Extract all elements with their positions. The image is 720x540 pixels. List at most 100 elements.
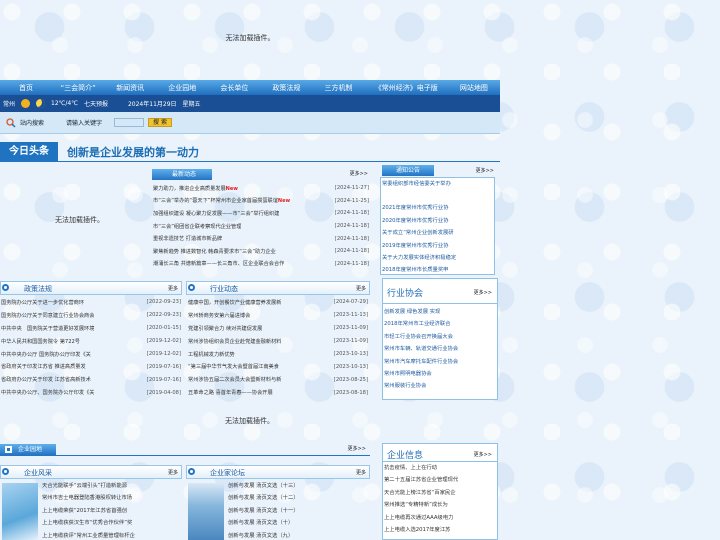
style-title: 企业风采 (24, 469, 52, 477)
info-item[interactable]: 上上电缆入选2017年度江苏 (384, 524, 497, 536)
garden-more[interactable]: 更多>> (348, 445, 366, 452)
policy-row[interactable]: 中共中央办公厅、国务院办公厅印发《关 [2019-04-08] (1, 386, 181, 399)
news-row[interactable]: 加强组织建设 凝心聚力促发展——市“三会”举行组织建 [2024-11-18] (153, 207, 369, 220)
policy-panel: 政策法规 更多 国务院办公厅关于进一步优化营商环 [2022-09-23] 国务院… (0, 281, 182, 399)
policy-row[interactable]: 中华人民共和国国务院令 第722号 [2019-12-02] (1, 335, 181, 348)
industry-row[interactable]: 党建引领聚合力 续对共建促发展 [2023-11-09] (188, 322, 368, 335)
sun-icon (21, 99, 31, 108)
moon-icon (36, 99, 46, 108)
nav-intro[interactable]: “三会简介” (52, 83, 104, 93)
industry-row[interactable]: 丑革命之路 喜首年青春——协会开展 [2023-08-18] (188, 386, 368, 399)
style-item[interactable]: 上上电缆获评“常州工业质量管理标杆企 (42, 530, 182, 540)
notice-item[interactable]: 关于大力发展实体经济积极稳定 (382, 252, 493, 264)
headline-tag: 今日头条 (0, 142, 58, 161)
plugin-message-top: 无法加载插件。 (225, 34, 275, 42)
associations-more[interactable]: 更多>> (474, 289, 492, 296)
info-item[interactable]: 天合光能上榜江苏省“百家民企 (384, 487, 497, 499)
forum-item[interactable]: 创新与发展 汤页文选（十三） (228, 480, 368, 492)
association-item[interactable]: 市轻工行业协会召开换届大会 (384, 331, 497, 343)
notice-item[interactable]: 2020年度常州市优秀行业协 (382, 215, 493, 227)
notices-title: 通知公告 (382, 165, 434, 176)
weather-date: 2024年11月29日 (127, 101, 177, 108)
style-item[interactable]: 上上电缆荣获“2017年江苏省首强创 (42, 505, 182, 517)
search-field-box[interactable] (114, 118, 145, 127)
notices-panel: 通知公告 更多>> 常委组织部市经信委关于举办 2021年度常州市优秀行业协 2… (380, 165, 496, 275)
info-item[interactable]: 抗击疫情、上上在行动 (384, 462, 497, 474)
policy-more[interactable]: 更多 (168, 285, 178, 292)
weather-temp: 12℃/4℃ (51, 100, 78, 107)
weather-forecast-link[interactable]: 七天预报 (84, 99, 108, 108)
news-row[interactable]: 聚焦新趋势 推进数智化 韩森青要求市“三会”助力企业 [2024-11-18] (153, 245, 369, 258)
weather-bar: 常州 12℃/4℃ 七天预报 2024年11月29日 星期五 (0, 95, 500, 112)
style-item[interactable]: 常州市吉士电器登陆香港股权转让市场 (42, 492, 182, 504)
policy-row[interactable]: 国务院办公厅关于同意建立行业协会商会 [2022-09-23] (1, 309, 181, 322)
policy-row[interactable]: 省政府关于印发江苏省 推进高质量发 [2019-07-16] (1, 360, 181, 373)
industry-row[interactable]: 工程机械发力新优势 [2023-10-13] (188, 348, 368, 361)
nav-president-units[interactable]: 会长单位 (208, 83, 260, 93)
notice-item[interactable]: 常委组织部市经信委关于举办 (382, 178, 493, 190)
news-row[interactable]: 聚力助力，推进企业高质量发展New [2024-11-27] (153, 182, 369, 195)
association-item[interactable]: 创新发展 绿色发展 实现 (384, 306, 497, 318)
association-item[interactable]: 常州市车辆、轨道交通行业协会 (384, 343, 497, 355)
nav-policy[interactable]: 政策法规 (260, 83, 312, 93)
style-item[interactable]: 上上电缆获获汉生市“优秀合作伙伴”奖 (42, 517, 182, 529)
latest-news-more[interactable]: 更多>> (350, 170, 368, 177)
nav-home[interactable]: 首页 (0, 83, 52, 93)
policy-bullet-icon (2, 284, 9, 291)
policy-row[interactable]: 中共中央 国务院关于营造更好发展环境 [2020-01-15] (1, 322, 181, 335)
info-title: 企业信息 (387, 451, 424, 461)
industry-more[interactable]: 更多 (356, 285, 366, 292)
industry-row[interactable]: 常州轿商务安第六届进博会 [2023-11-13] (188, 309, 368, 322)
association-item[interactable]: 2018年常州市工业经济联合 (384, 318, 497, 330)
industry-title: 行业动态 (210, 285, 238, 293)
policy-row[interactable]: 国务院办公厅关于进一步优化营商环 [2022-09-23] (1, 296, 181, 309)
notice-item[interactable]: 2019年度常州市优秀行业协 (382, 240, 493, 252)
nav-enterprise[interactable]: 企业园地 (156, 83, 208, 93)
garden-icon (5, 446, 12, 453)
style-more[interactable]: 更多 (168, 469, 178, 476)
policy-row[interactable]: 省政府办公厅关于印发 江苏省高新技术 [2019-07-16] (1, 373, 181, 386)
info-more[interactable]: 更多>> (474, 451, 492, 458)
news-row[interactable]: 潮涌长三角 共谱新篇章——长三角市、区企业联合会合作 [2024-11-18] (153, 258, 369, 271)
association-item[interactable]: 常州服装行业协会 (384, 380, 497, 392)
main-nav: 首页 “三会简介” 新闻资讯 企业园地 会长单位 政策法规 三方机制 《常州经济… (0, 80, 500, 95)
industry-row[interactable]: “第三届中华节气发大会暨首届江南美食 [2023-10-13] (188, 360, 368, 373)
news-row[interactable]: 重视非遗技艺 打造城市新品牌 [2024-11-18] (153, 232, 369, 245)
style-panel: 企业风采 更多 天合光能联手“云端引头”打造新能源 常州市吉士电器登陆香港股权转… (0, 465, 182, 540)
forum-more[interactable]: 更多 (356, 469, 366, 476)
nav-news[interactable]: 新闻资讯 (104, 83, 156, 93)
plugin-message-left: 无法加载插件。 (55, 216, 104, 224)
notice-item[interactable]: 2021年度常州市优秀行业协 (382, 202, 493, 214)
nav-tripartite[interactable]: 三方机制 (312, 83, 364, 93)
nav-sitemap[interactable]: 网站地图 (448, 83, 500, 93)
plugin-message-mid: 无法加载插件。 (225, 417, 274, 425)
forum-photo[interactable] (188, 483, 224, 540)
forum-item[interactable]: 创新与发展 汤页文选（十一） (228, 505, 368, 517)
notice-item[interactable]: 关于成立“常州企业创新发展研 (382, 227, 493, 239)
industry-row[interactable]: 常州涉协五届二次会员大会暨新材料与新 [2023-08-25] (188, 373, 368, 386)
headline-title[interactable]: 创新是企业发展的第一动力 (67, 144, 199, 160)
style-item[interactable]: 天合光能联手“云端引头”打造新能源 (42, 480, 182, 492)
style-photo[interactable] (2, 483, 38, 540)
forum-item[interactable]: 创新与发展 汤页文选（十二） (228, 492, 368, 504)
nav-economy-magazine[interactable]: 《常州经济》电子版 (365, 83, 448, 93)
forum-item[interactable]: 创新与发展 汤页文选（九） (228, 530, 368, 540)
association-item[interactable]: 常州市照明电器协会 (384, 368, 497, 380)
info-item[interactable]: 常州推选“专精特新”成长为 (384, 499, 497, 511)
policy-row[interactable]: 中共中央办公厅 国务院办公厅印发《关 [2019-12-02] (1, 348, 181, 361)
industry-row[interactable]: 常州涉协组织会员企业赴党建金融新材料 [2023-11-09] (188, 335, 368, 348)
notice-item[interactable]: 2018年度常州市长质量奖申 (382, 264, 493, 276)
forum-item[interactable]: 创新与发展 汤页文选（十） (228, 517, 368, 529)
search-bar: 站内搜索 请输入关键字 搜 索 (0, 112, 500, 134)
associations-panel: 行业协会 更多>> 创新发展 绿色发展 实现 2018年常州市工业经济联合 市轻… (382, 278, 498, 400)
info-item[interactable]: 第二十五届江苏省企业管理现代 (384, 474, 497, 486)
news-row[interactable]: 市“三会”组团省企联考察现代企业管理 [2024-11-18] (153, 220, 369, 233)
search-button[interactable]: 搜 索 (148, 118, 173, 127)
association-item[interactable]: 常州市汽车摩托车配件行业协会 (384, 356, 497, 368)
news-row[interactable]: 市“三会”举办的“蓉天下”杯常州市企业家首届掼蛋联谊New [2024-11-25… (153, 195, 369, 208)
search-input[interactable]: 请输入关键字 (66, 118, 110, 127)
industry-bullet-icon (188, 284, 195, 291)
notices-more[interactable]: 更多>> (476, 167, 494, 174)
industry-row[interactable]: 健康中国，开创餐饮产业健康营养发展新 [2024-07-29] (188, 296, 368, 309)
info-item[interactable]: 上上电缆再次通过AAA级电力 (384, 512, 497, 524)
